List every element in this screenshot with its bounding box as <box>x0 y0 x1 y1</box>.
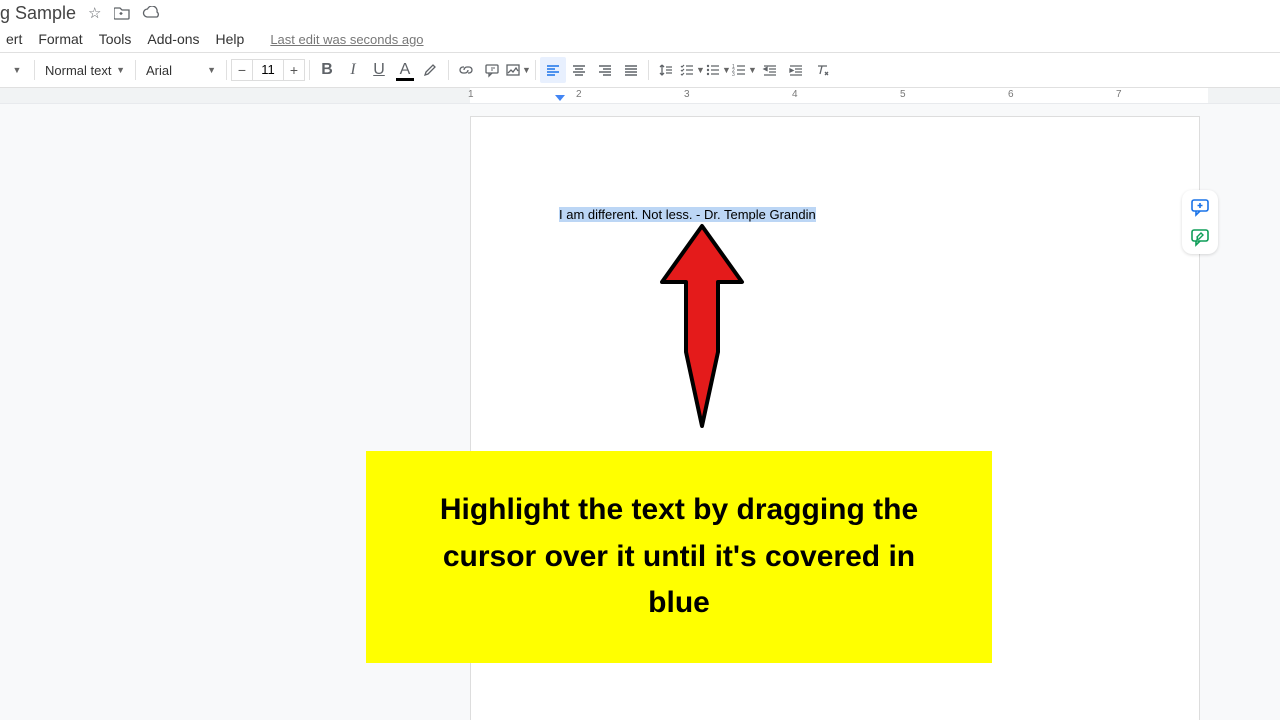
menu-tools[interactable]: Tools <box>93 29 138 49</box>
annotation-callout: Highlight the text by dragging the curso… <box>366 451 992 663</box>
numbered-list-button[interactable]: 123▼ <box>731 57 757 83</box>
ruler-tick: 5 <box>900 89 906 100</box>
italic-button[interactable]: I <box>340 57 366 83</box>
align-left-button[interactable] <box>540 57 566 83</box>
separator <box>535 60 536 80</box>
title-bar: g Sample ☆ <box>0 0 1280 26</box>
ruler-marker-left[interactable] <box>555 95 565 101</box>
annotation-text: Highlight the text by dragging the curso… <box>440 493 918 619</box>
annotation-arrow <box>656 222 748 432</box>
separator <box>226 60 227 80</box>
font-size-decrease[interactable]: − <box>231 59 253 81</box>
star-icon[interactable]: ☆ <box>88 4 101 22</box>
separator <box>34 60 35 80</box>
ruler-tick: 4 <box>792 89 798 100</box>
cloud-status-icon[interactable] <box>142 6 160 20</box>
suggest-edits-icon[interactable] <box>1185 222 1215 252</box>
highlight-button[interactable] <box>418 57 444 83</box>
ruler-tick: 7 <box>1116 89 1122 100</box>
align-right-button[interactable] <box>592 57 618 83</box>
font-size-group: − 11 + <box>231 59 305 81</box>
indent-increase-button[interactable] <box>783 57 809 83</box>
style-select[interactable]: Normal text▼ <box>39 63 131 78</box>
style-label: Normal text <box>45 63 111 78</box>
svg-text:3: 3 <box>732 72 735 78</box>
doc-title[interactable]: g Sample <box>0 3 76 24</box>
menu-help[interactable]: Help <box>210 29 251 49</box>
menu-bar: ert Format Tools Add-ons Help Last edit … <box>0 26 1280 52</box>
ruler-tick: 6 <box>1008 89 1014 100</box>
toolbar: ▼ Normal text▼ Arial▼ − 11 + B I U A ▼ <box>0 52 1280 88</box>
side-toolbar <box>1182 190 1218 254</box>
menu-addons[interactable]: Add-ons <box>141 29 205 49</box>
more-button[interactable]: ▼ <box>4 57 30 83</box>
last-edit-status[interactable]: Last edit was seconds ago <box>270 32 423 47</box>
ruler-tick: 3 <box>684 89 690 100</box>
ruler[interactable]: 1 2 3 4 5 6 7 <box>0 88 1280 104</box>
align-center-button[interactable] <box>566 57 592 83</box>
link-button[interactable] <box>453 57 479 83</box>
checklist-button[interactable]: ▼ <box>679 57 705 83</box>
font-label: Arial <box>146 63 172 78</box>
add-comment-icon[interactable] <box>1185 192 1215 222</box>
font-size-increase[interactable]: + <box>283 59 305 81</box>
move-folder-icon[interactable] <box>114 6 130 20</box>
separator <box>448 60 449 80</box>
ruler-tick: 2 <box>576 89 582 100</box>
font-size-value[interactable]: 11 <box>253 59 283 81</box>
separator <box>135 60 136 80</box>
text-color-button[interactable]: A <box>392 57 418 83</box>
bullet-list-button[interactable]: ▼ <box>705 57 731 83</box>
bold-button[interactable]: B <box>314 57 340 83</box>
image-button[interactable]: ▼ <box>505 57 531 83</box>
separator <box>309 60 310 80</box>
comment-button[interactable] <box>479 57 505 83</box>
line-spacing-button[interactable] <box>653 57 679 83</box>
selected-text[interactable]: I am different. Not less. - Dr. Temple G… <box>559 207 816 222</box>
menu-insert[interactable]: ert <box>0 29 28 49</box>
indent-decrease-button[interactable] <box>757 57 783 83</box>
underline-button[interactable]: U <box>366 57 392 83</box>
font-select[interactable]: Arial▼ <box>140 63 222 78</box>
clear-format-button[interactable] <box>809 57 835 83</box>
menu-format[interactable]: Format <box>32 29 88 49</box>
align-justify-button[interactable] <box>618 57 644 83</box>
ruler-tick: 1 <box>468 89 474 100</box>
separator <box>648 60 649 80</box>
